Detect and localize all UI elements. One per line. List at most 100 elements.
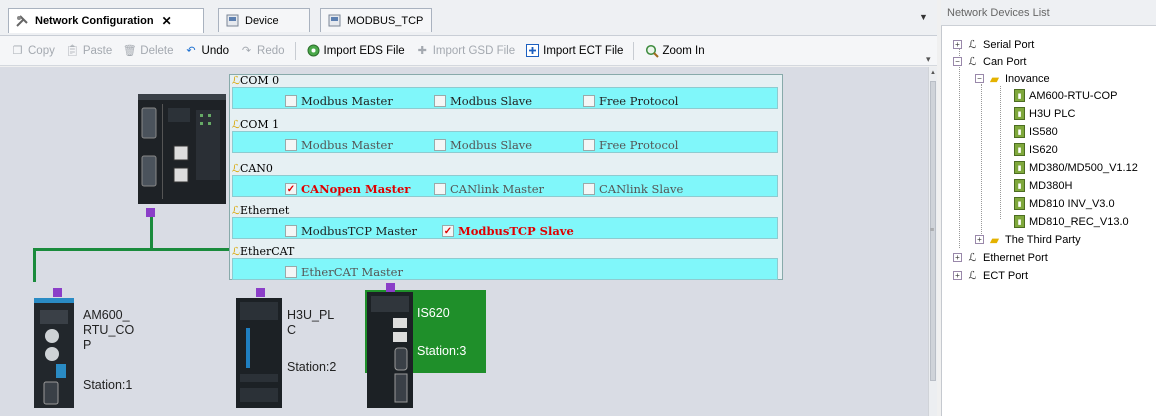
undo-button[interactable]: ↶ Undo [184,43,230,58]
close-icon[interactable]: ✕ [162,14,172,28]
paste-label: Paste [82,44,113,57]
h3u-device-name: H3U_PL C [287,308,334,338]
station2-port[interactable] [256,288,265,297]
group-title: CAN0 [239,162,273,175]
option-label: CANlink Master [450,182,545,196]
node-label: Ethernet Port [983,251,1048,264]
delete-button[interactable]: 🗑︎ Delete [122,43,174,58]
undo-label: Undo [201,44,230,57]
tree-device-am600-rtu-cop[interactable]: ▮ AM600-RTU-COP [1014,88,1117,103]
tab-modbus-tcp[interactable]: MODBUS_TCP [320,8,432,32]
device-name-text: AM600_ RTU_CO P [83,308,135,352]
import-gsd-button[interactable]: ✚ Import GSD File [415,43,516,58]
panel-title: Network Devices List [941,0,1156,26]
collapse-icon[interactable]: − [975,74,984,83]
node-label: AM600-RTU-COP [1029,89,1118,102]
vertical-scrollbar[interactable]: ▲ ≡ [928,67,937,416]
station-2-label: Station:2 [287,360,337,374]
tree-guide [959,48,960,248]
node-label: IS620 [1029,143,1058,156]
tab-network-configuration[interactable]: Network Configuration ✕ [8,8,204,33]
import-eds-label: Import EDS File [323,44,405,57]
canlink-slave-checkbox[interactable]: CANlink Slave [583,182,683,196]
group-title: COM 1 [239,118,280,131]
tree-node-inovance[interactable]: − ▰ Inovance [975,71,1050,86]
com0-modbus-master-checkbox[interactable]: Modbus Master [285,94,393,108]
tree-device-md810-rec[interactable]: ▮ MD810_REC_V13.0 [1014,214,1129,229]
canopen-master-checkbox[interactable]: ✓ CANopen Master [285,182,410,196]
modbustcp-slave-checkbox[interactable]: ✓ ModbusTCP Slave [442,224,574,238]
port-icon: ℒ [232,245,240,258]
com1-modbus-master-checkbox[interactable]: Modbus Master [285,138,393,152]
tree-guide [1000,86,1001,219]
tab-label: Network Configuration [35,15,154,27]
option-label: Free Protocol [599,138,679,152]
port-icon: ℒ [232,162,240,175]
h3u-plc-device-image[interactable] [236,298,282,408]
scroll-grip-icon: ≡ [930,227,935,234]
controller-port[interactable] [146,208,155,217]
collapse-icon[interactable]: − [953,57,962,66]
tree-device-md810-inv[interactable]: ▮ MD810 INV_V3.0 [1014,196,1115,211]
import-gsd-icon: ✚ [417,45,427,57]
toolbar: ❐ Copy 📋︎ Paste 🗑︎ Delete ↶ Undo ↷ Redo … [0,36,937,66]
modbustcp-master-checkbox[interactable]: ModbusTCP Master [285,224,417,238]
canlink-master-checkbox[interactable]: CANlink Master [434,182,544,196]
folder-icon: ▰ [989,232,1000,247]
tree-device-is620[interactable]: ▮ IS620 [1014,142,1058,157]
expand-icon[interactable]: + [953,40,962,49]
copy-button[interactable]: ❐ Copy [10,43,55,58]
paste-icon: 📋︎ [65,45,80,57]
network-config-icon [15,14,29,28]
station-3-label: Station:3 [417,344,467,358]
tree-node-third-party[interactable]: + ▰ The Third Party [975,232,1081,247]
tree-device-md380h[interactable]: ▮ MD380H [1014,178,1072,193]
option-label: Modbus Slave [450,94,533,108]
port-icon: ℒ [232,204,240,217]
is620-device-name: IS620 [417,306,450,320]
com1-modbus-slave-checkbox[interactable]: Modbus Slave [434,138,532,152]
option-label: Modbus Master [301,94,393,108]
com1-free-protocol-checkbox[interactable]: Free Protocol [583,138,679,152]
paste-button[interactable]: 📋︎ Paste [65,43,112,58]
com0-free-protocol-checkbox[interactable]: Free Protocol [583,94,679,108]
tab-label: Device [245,14,279,27]
tab-device[interactable]: Device [218,8,310,32]
tree-node-ect-port[interactable]: + ℒ ECT Port [953,268,1028,283]
tree-node-can-port[interactable]: − ℒ Can Port [953,54,1026,69]
station3-port[interactable] [386,283,395,292]
import-ect-button[interactable]: Import ECT File [525,43,623,58]
tree-device-md380-md500[interactable]: ▮ MD380/MD500_V1.12 [1014,160,1138,175]
device-name-text: H3U_PL C [287,308,335,337]
device-icon: ▮ [1014,215,1025,228]
device-icon: ▮ [1014,107,1025,120]
scroll-up-icon[interactable]: ▲ [930,70,936,76]
zoom-in-button[interactable]: Zoom In [644,43,705,58]
group-title: Ethernet [239,204,290,217]
tree-device-is580[interactable]: ▮ IS580 [1014,124,1058,139]
option-label: ModbusTCP Slave [458,224,574,238]
toolbar-overflow-icon[interactable]: ▾ [926,54,931,65]
device-icon: ▮ [1014,89,1025,102]
toolbar-separator [294,41,296,60]
expand-icon[interactable]: + [975,235,984,244]
is620-device-image[interactable] [367,292,413,408]
import-eds-button[interactable]: Import EDS File [306,43,405,58]
tree-node-serial-port[interactable]: + ℒ Serial Port [953,37,1034,52]
com0-modbus-slave-checkbox[interactable]: Modbus Slave [434,94,532,108]
node-label: ECT Port [983,269,1029,282]
option-label: Modbus Master [301,138,393,152]
am600-rtu-cop-device-image[interactable] [34,298,74,408]
am600-controller-image[interactable] [138,94,226,204]
redo-button[interactable]: ↷ Redo [239,43,285,58]
tab-list-dropdown-icon[interactable]: ▼ [919,12,928,22]
port-icon: ℒ [968,56,977,68]
tree-node-ethernet-port[interactable]: + ℒ Ethernet Port [953,250,1048,265]
ethercat-master-checkbox[interactable]: EtherCAT Master [285,265,403,279]
expand-icon[interactable]: + [953,253,962,262]
modbus-icon [327,14,341,28]
tree-device-h3u-plc[interactable]: ▮ H3U PLC [1014,106,1075,121]
expand-icon[interactable]: + [953,271,962,280]
import-ect-icon [525,43,540,58]
station1-port[interactable] [53,288,62,297]
